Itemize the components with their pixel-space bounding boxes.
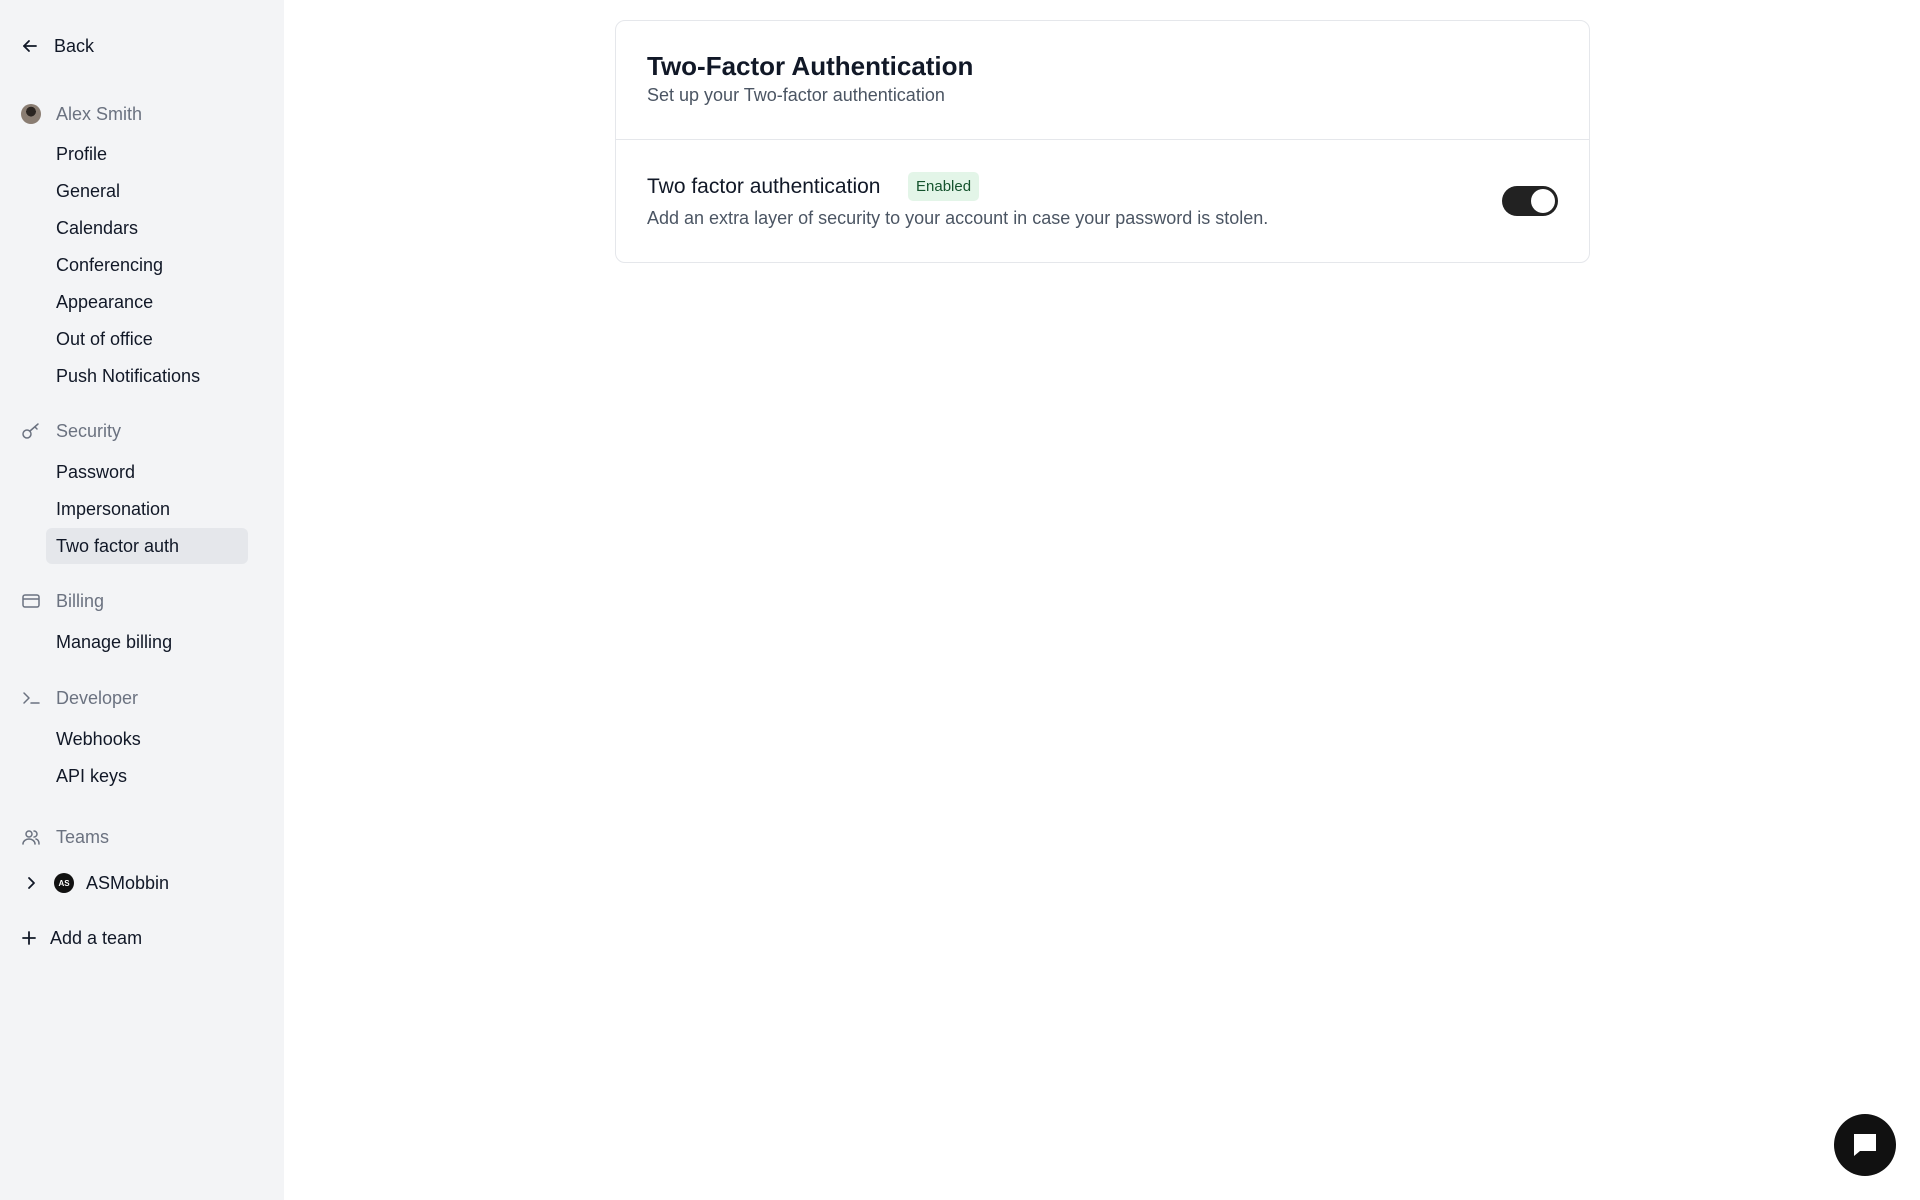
terminal-icon [23, 692, 40, 704]
sidebar-item-password[interactable]: Password [46, 454, 248, 490]
sidebar-item-api-keys[interactable]: API keys [46, 758, 248, 794]
plus-icon [22, 931, 36, 945]
status-badge: Enabled [908, 172, 980, 201]
section-teams: Teams [20, 825, 109, 849]
section-developer: Developer [20, 686, 138, 710]
section-user: Alex Smith [20, 102, 142, 126]
section-user-title: Alex Smith [56, 103, 143, 124]
team-item-asmobbin[interactable]: AS ASMobbin [20, 870, 169, 896]
section-billing: Billing [20, 589, 104, 613]
add-team-button[interactable]: Add a team [20, 925, 142, 951]
arrow-left-icon [23, 40, 37, 52]
section-security: Security [20, 419, 121, 443]
sidebar-item-conferencing[interactable]: Conferencing [46, 247, 248, 283]
sidebar-item-general[interactable]: General [46, 173, 248, 209]
settings-sidebar: Back Alex Smith Profile General Calendar… [0, 0, 284, 1200]
back-label: Back [54, 35, 95, 56]
card-header: Two-Factor Authentication Set up your Tw… [616, 21, 1589, 140]
section-billing-title: Billing [56, 590, 105, 611]
avatar [21, 104, 41, 124]
chevron-right-icon[interactable] [23, 875, 39, 891]
chat-button[interactable] [1834, 1114, 1896, 1176]
back-button[interactable]: Back [20, 32, 94, 60]
two-factor-toggle[interactable] [1502, 186, 1558, 216]
sidebar-item-webhooks[interactable]: Webhooks [46, 721, 248, 757]
section-developer-title: Developer [56, 687, 139, 708]
sidebar-item-impersonation[interactable]: Impersonation [46, 491, 248, 527]
setting-title: Two factor authentication [647, 175, 881, 198]
team-name: ASMobbin [86, 872, 170, 893]
page-title: Two-Factor Authentication [647, 51, 974, 81]
section-teams-title: Teams [56, 826, 110, 847]
sidebar-item-push-notifications[interactable]: Push Notifications [46, 358, 248, 394]
setting-description: Add an extra layer of security to your a… [647, 208, 1269, 228]
sidebar-item-manage-billing[interactable]: Manage billing [46, 624, 248, 660]
page-subtitle: Set up your Two-factor authentication [647, 85, 945, 105]
sidebar-item-calendars[interactable]: Calendars [46, 210, 248, 246]
two-factor-card: Two-Factor Authentication Set up your Tw… [615, 20, 1590, 263]
team-avatar: AS [54, 873, 74, 893]
key-icon [22, 423, 39, 439]
sidebar-item-out-of-office[interactable]: Out of office [46, 321, 248, 357]
chat-icon [1854, 1134, 1876, 1156]
users-icon [22, 830, 40, 845]
sidebar-item-profile[interactable]: Profile [46, 136, 248, 172]
add-team-label: Add a team [50, 927, 143, 948]
section-security-title: Security [56, 420, 122, 441]
credit-card-icon [22, 594, 40, 608]
sidebar-item-appearance[interactable]: Appearance [46, 284, 248, 320]
toggle-knob [1531, 189, 1555, 213]
sidebar-item-two-factor-auth[interactable]: Two factor auth [46, 528, 248, 564]
